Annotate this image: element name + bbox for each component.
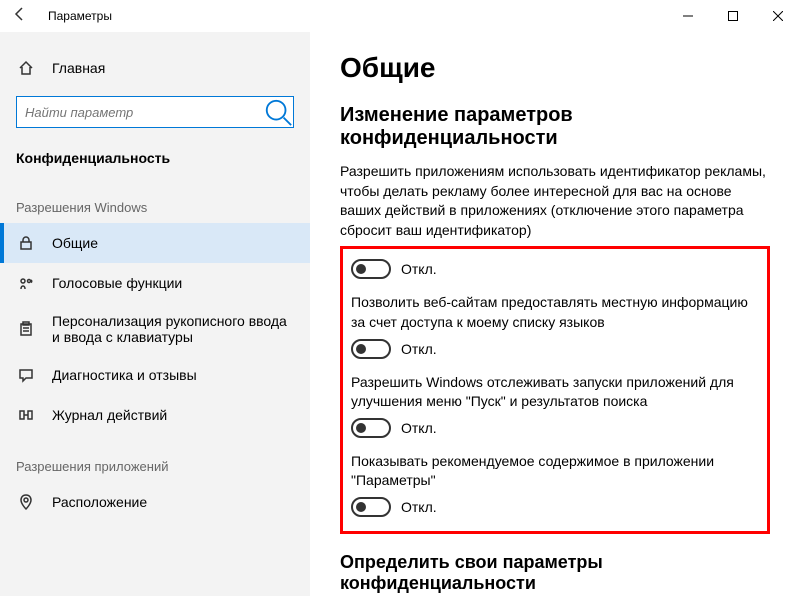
titlebar: Параметры [0, 0, 800, 32]
toggle-websites-lang[interactable] [351, 339, 391, 359]
close-button[interactable] [755, 0, 800, 32]
sidebar-section-title: Конфиденциальность [0, 140, 310, 176]
toggle-state: Откл. [401, 261, 437, 277]
sidebar: Главная Конфиденциальность Разрешения Wi… [0, 32, 310, 596]
speech-icon [16, 275, 36, 291]
back-button[interactable] [0, 6, 40, 27]
sidebar-item-label: Расположение [52, 494, 294, 510]
page-title: Общие [340, 52, 770, 84]
minimize-button[interactable] [665, 0, 710, 32]
toggle-state: Откл. [401, 341, 437, 357]
clipboard-icon [16, 321, 36, 337]
sidebar-item-label: Персонализация рукописного ввода и ввода… [52, 313, 294, 345]
sidebar-home-label: Главная [52, 60, 105, 76]
sidebar-item-diagnostics[interactable]: Диагностика и отзывы [0, 355, 310, 395]
activity-icon [16, 407, 36, 423]
highlight-box: Откл. Позволить веб-сайтам предоставлять… [340, 246, 770, 534]
setting-desc: Разрешить приложениям использовать идент… [340, 162, 770, 240]
window-title: Параметры [48, 9, 112, 23]
sidebar-item-location[interactable]: Расположение [0, 482, 310, 522]
sidebar-item-general[interactable]: Общие [0, 223, 310, 263]
lock-icon [16, 235, 36, 251]
sidebar-item-speech[interactable]: Голосовые функции [0, 263, 310, 303]
search-icon [263, 97, 293, 127]
maximize-button[interactable] [710, 0, 755, 32]
sidebar-item-label: Журнал действий [52, 407, 294, 423]
setting-desc: Показывать рекомендуемое содержимое в пр… [351, 452, 759, 491]
toggle-suggested-content[interactable] [351, 497, 391, 517]
feedback-icon [16, 367, 36, 383]
section-heading: Изменение параметров конфиденциальности [340, 104, 770, 150]
setting-desc: Позволить веб-сайтам предоставлять местн… [351, 293, 759, 332]
toggle-state: Откл. [401, 420, 437, 436]
location-icon [16, 494, 36, 510]
toggle-ad-id[interactable] [351, 259, 391, 279]
sidebar-item-label: Диагностика и отзывы [52, 367, 294, 383]
setting-desc: Разрешить Windows отслеживать запуски пр… [351, 373, 759, 412]
sidebar-item-label: Голосовые функции [52, 275, 294, 291]
section-heading-2: Определить свои параметры конфиденциальн… [340, 552, 770, 594]
sidebar-home[interactable]: Главная [0, 52, 310, 84]
home-icon [16, 60, 36, 76]
search-input[interactable] [17, 105, 263, 120]
sidebar-item-activity[interactable]: Журнал действий [0, 395, 310, 435]
sidebar-group-apps: Разрешения приложений [0, 435, 310, 482]
sidebar-item-label: Общие [52, 235, 294, 251]
main-content: Общие Изменение параметров конфиденциаль… [310, 32, 800, 596]
search-box[interactable] [16, 96, 294, 128]
toggle-state: Откл. [401, 499, 437, 515]
sidebar-item-inking[interactable]: Персонализация рукописного ввода и ввода… [0, 303, 310, 355]
sidebar-group-windows: Разрешения Windows [0, 176, 310, 223]
toggle-app-launches[interactable] [351, 418, 391, 438]
